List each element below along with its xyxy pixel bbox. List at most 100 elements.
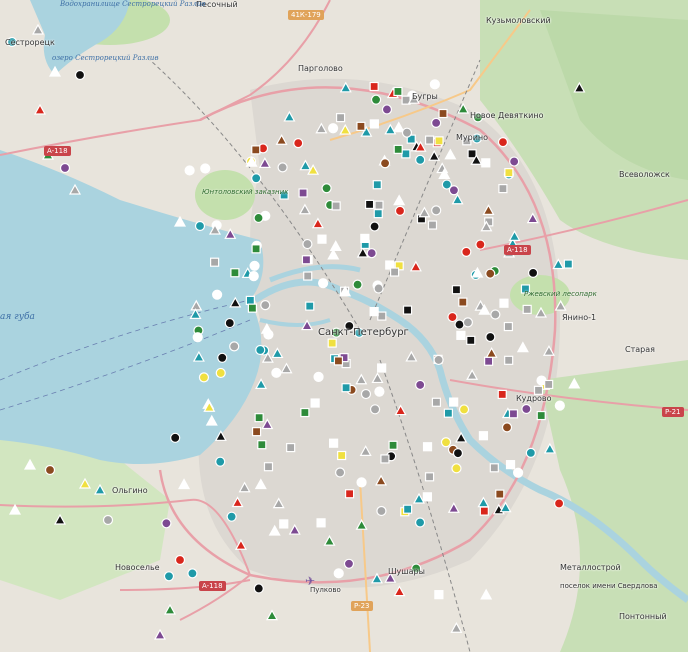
map-marker-circle[interactable] <box>229 341 240 352</box>
map-marker-square[interactable] <box>522 304 532 314</box>
map-marker-square[interactable] <box>373 209 383 219</box>
map-marker-circle[interactable] <box>327 123 339 134</box>
map-marker-square[interactable] <box>389 267 400 277</box>
map-marker-square[interactable] <box>505 460 516 470</box>
map-marker-circle[interactable] <box>458 404 470 415</box>
map-marker-square[interactable] <box>388 440 398 450</box>
map-marker-triangle[interactable] <box>573 81 586 93</box>
map-marker-square[interactable] <box>329 438 339 448</box>
map-marker-square[interactable] <box>479 506 489 516</box>
map-marker-triangle[interactable] <box>516 341 529 353</box>
map-marker-triangle[interactable] <box>329 240 342 251</box>
map-marker-circle[interactable] <box>277 162 288 173</box>
map-marker[interactable] <box>59 162 71 174</box>
map-marker-triangle[interactable] <box>301 319 314 331</box>
map-marker-triangle[interactable] <box>178 478 191 490</box>
map-marker-square[interactable] <box>372 180 382 190</box>
map-marker[interactable] <box>68 183 82 195</box>
map-marker-circle[interactable] <box>198 372 210 383</box>
map-marker-square[interactable] <box>263 462 274 472</box>
map-marker-triangle[interactable] <box>261 418 274 430</box>
map-marker-circle[interactable] <box>187 568 198 579</box>
map-marker-circle[interactable] <box>184 165 195 176</box>
map-marker-triangle[interactable] <box>339 81 352 93</box>
map-marker-circle[interactable] <box>253 583 264 594</box>
map-marker-square[interactable] <box>251 145 261 155</box>
map-marker-square[interactable] <box>467 149 477 159</box>
map-marker-triangle[interactable] <box>255 378 268 389</box>
map-marker-square[interactable] <box>497 389 507 400</box>
map-marker-triangle[interactable] <box>457 102 470 114</box>
map-marker-square[interactable] <box>456 330 466 340</box>
map-marker-square[interactable] <box>563 259 573 269</box>
map-marker-triangle[interactable] <box>190 299 203 311</box>
map-marker-circle[interactable] <box>431 117 442 128</box>
map-marker-circle[interactable] <box>200 163 211 174</box>
map-marker-triangle[interactable] <box>359 445 372 456</box>
map-marker-triangle[interactable] <box>394 404 407 416</box>
map-marker-square[interactable] <box>393 86 403 97</box>
map-marker-circle[interactable] <box>321 183 332 194</box>
map-marker-triangle[interactable] <box>311 217 324 229</box>
map-marker-circle[interactable] <box>374 386 385 397</box>
map-marker-triangle[interactable] <box>229 296 242 308</box>
map-marker[interactable] <box>78 477 92 489</box>
map-marker[interactable] <box>44 464 56 476</box>
map-marker-circle[interactable] <box>248 270 259 282</box>
map-marker-circle[interactable] <box>318 278 329 289</box>
map-marker-triangle[interactable] <box>288 523 301 535</box>
map-marker-square[interactable] <box>369 306 379 317</box>
map-marker-circle[interactable] <box>527 267 539 279</box>
map-marker-circle[interactable] <box>554 400 565 411</box>
map-marker-triangle[interactable] <box>526 212 539 224</box>
map-marker-square[interactable] <box>495 489 505 499</box>
map-marker[interactable] <box>93 483 107 495</box>
map-marker-triangle[interactable] <box>480 588 493 600</box>
map-marker-square[interactable] <box>247 303 257 313</box>
map-marker-square[interactable] <box>377 363 387 373</box>
map-marker-square[interactable] <box>374 200 384 210</box>
map-marker-circle[interactable] <box>490 309 501 320</box>
map-marker-square[interactable] <box>422 442 433 452</box>
map-marker-square[interactable] <box>230 268 240 278</box>
map-marker-triangle[interactable] <box>315 122 328 134</box>
map-marker-circle[interactable] <box>217 352 228 363</box>
map-marker-circle[interactable] <box>429 79 440 90</box>
map-marker-square[interactable] <box>360 233 370 244</box>
map-marker-circle[interactable] <box>440 437 452 448</box>
map-marker-circle[interactable] <box>313 371 324 383</box>
map-marker-square[interactable] <box>504 168 514 178</box>
map-marker[interactable] <box>33 103 47 115</box>
map-marker-circle[interactable] <box>226 511 237 522</box>
map-marker-circle[interactable] <box>553 498 565 509</box>
map-marker-circle[interactable] <box>376 505 387 517</box>
map-marker-square[interactable] <box>499 298 509 308</box>
map-marker-circle[interactable] <box>333 568 344 579</box>
map-marker[interactable] <box>102 514 114 526</box>
map-marker-triangle[interactable] <box>451 193 464 205</box>
map-marker-triangle[interactable] <box>283 110 296 122</box>
map-marker-circle[interactable] <box>485 331 496 343</box>
map-marker-square[interactable] <box>356 121 366 131</box>
map-marker-circle[interactable] <box>448 185 460 196</box>
map-marker-square[interactable] <box>544 379 554 390</box>
map-marker-square[interactable] <box>251 244 261 254</box>
map-marker-square[interactable] <box>466 335 476 345</box>
map-marker-square[interactable] <box>317 234 327 244</box>
map-marker-triangle[interactable] <box>409 260 422 272</box>
map-marker-triangle[interactable] <box>370 572 383 584</box>
map-marker-square[interactable] <box>298 188 308 198</box>
map-marker-triangle[interactable] <box>392 121 405 133</box>
map-marker-triangle[interactable] <box>224 228 237 239</box>
map-marker-square[interactable] <box>434 136 444 146</box>
map-marker-square[interactable] <box>316 518 326 528</box>
map-marker-square[interactable] <box>508 409 519 419</box>
map-marker-circle[interactable] <box>394 205 406 216</box>
map-marker-triangle[interactable] <box>447 502 460 513</box>
map-marker-circle[interactable] <box>509 156 520 167</box>
map-marker-circle[interactable] <box>370 94 382 105</box>
map-marker-circle[interactable] <box>215 456 226 467</box>
map-marker-triangle[interactable] <box>508 230 521 241</box>
map-marker-triangle[interactable] <box>254 478 267 490</box>
map-marker-square[interactable] <box>303 271 313 281</box>
